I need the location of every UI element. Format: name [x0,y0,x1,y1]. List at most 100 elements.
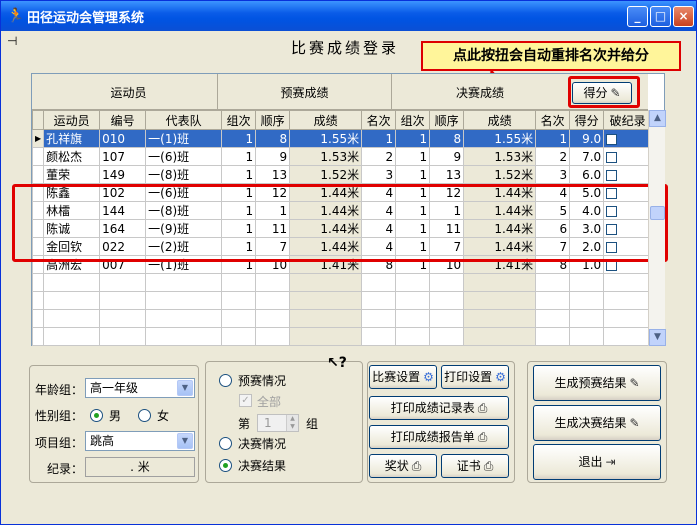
cell-prelim-group[interactable]: 1 [221,237,257,256]
table-row[interactable]: 颜松杰 107 一(6)班 1 9 1.53米 2 1 9 1.53米 2 7.0 [31,147,653,166]
cell-number[interactable]: 022 [99,237,147,256]
age-select[interactable]: 高一年级 ▼ [85,378,195,398]
cell-points[interactable]: 9.0 [569,129,605,148]
cell-prelim-score[interactable]: 1.44米 [289,237,363,256]
cell-record-break[interactable] [603,327,653,346]
cell-points[interactable] [569,291,605,310]
score-grid[interactable]: 运动员 预赛成绩 决赛成绩 得分 ✎ 运动员 编号 代表队 组次 顺序 成绩 名次 [12,73,668,346]
cell-prelim-group[interactable]: 1 [221,165,257,184]
scroll-thumb[interactable] [650,206,665,220]
cell-record-break[interactable] [603,237,653,256]
cell-final-group[interactable]: 1 [395,201,431,220]
title-bar[interactable]: 🏃 田径运动会管理系统 _ □ × [1,1,696,31]
cell-final-group[interactable]: 1 [395,255,431,274]
cell-final-rank[interactable] [535,291,571,310]
record-break-checkbox[interactable] [606,223,618,235]
cell-prelim-score[interactable]: 1.41米 [289,255,363,274]
cell-prelim-order[interactable] [255,309,291,328]
record-break-checkbox[interactable] [606,151,618,163]
cell-prelim-group[interactable]: 1 [221,255,257,274]
row-marker[interactable] [31,327,45,346]
cell-prelim-order[interactable]: 13 [255,165,291,184]
cell-points[interactable]: 4.0 [569,201,605,220]
cell-prelim-rank[interactable]: 3 [361,165,397,184]
cell-prelim-score[interactable]: 1.44米 [289,201,363,220]
cell-final-order[interactable] [429,291,465,310]
cell-prelim-rank[interactable] [361,327,397,346]
cell-final-group[interactable]: 1 [395,183,431,202]
cell-team[interactable]: 一(1)班 [145,129,223,148]
record-break-checkbox[interactable] [606,241,618,253]
cell-points[interactable]: 2.0 [569,237,605,256]
row-marker[interactable] [31,201,45,220]
record-break-checkbox[interactable] [606,169,618,181]
gender-female-radio[interactable] [138,409,151,422]
cell-prelim-rank[interactable] [361,273,397,292]
cell-final-rank[interactable]: 6 [535,219,571,238]
event-select[interactable]: 跳高 ▼ [85,431,195,451]
cell-record-break[interactable] [603,219,653,238]
cell-team[interactable] [145,291,223,310]
cell-final-score[interactable]: 1.44米 [463,201,537,220]
col-points[interactable]: 得分 [569,110,605,130]
cell-prelim-order[interactable] [255,291,291,310]
cell-final-group[interactable]: 1 [395,237,431,256]
cell-number[interactable]: 149 [99,165,147,184]
cell-number[interactable]: 144 [99,201,147,220]
cell-prelim-score[interactable] [289,291,363,310]
record-break-checkbox[interactable] [606,187,618,199]
cell-final-rank[interactable] [535,327,571,346]
cell-prelim-rank[interactable]: 4 [361,183,397,202]
cell-final-rank[interactable] [535,309,571,328]
cell-prelim-order[interactable] [255,327,291,346]
gen-prelim-button[interactable]: 生成预赛结果 ✎ [533,365,661,401]
cell-athlete[interactable]: 金回钦 [43,237,101,256]
cell-prelim-group[interactable]: 1 [221,129,257,148]
cell-team[interactable]: 一(6)班 [145,147,223,166]
cell-record-break[interactable] [603,201,653,220]
cell-prelim-score[interactable]: 1.52米 [289,165,363,184]
row-marker[interactable]: ▶ [31,129,45,148]
cell-prelim-rank[interactable] [361,291,397,310]
cell-final-order[interactable]: 13 [429,165,465,184]
col-prelim-group[interactable]: 组次 [221,110,257,130]
row-marker[interactable] [31,147,45,166]
cell-athlete[interactable] [43,327,101,346]
all-checkbox[interactable]: ✓ [239,394,252,407]
cell-points[interactable] [569,327,605,346]
table-row[interactable]: 林檑 144 一(8)班 1 1 1.44米 4 1 1 1.44米 5 4.0 [31,201,653,220]
spinner-arrows-icon[interactable]: ▲ ▼ [286,415,298,431]
maximize-button[interactable]: □ [650,6,671,27]
cell-final-score[interactable]: 1.44米 [463,237,537,256]
cell-points[interactable] [569,309,605,328]
gen-final-button[interactable]: 生成决赛结果 ✎ [533,405,661,441]
col-number[interactable]: 编号 [99,110,147,130]
col-record-break[interactable]: 破纪录 [603,110,653,130]
cell-number[interactable] [99,327,147,346]
table-row[interactable]: 董荣 149 一(8)班 1 13 1.52米 3 1 13 1.52米 3 6.0 [31,165,653,184]
cell-athlete[interactable]: 高洲宏 [43,255,101,274]
cell-team[interactable]: 一(9)班 [145,219,223,238]
cell-final-group[interactable] [395,327,431,346]
cell-final-order[interactable]: 12 [429,183,465,202]
certificate-button[interactable]: 证书 ⎙ [441,454,509,478]
cell-athlete[interactable]: 陈诚 [43,219,101,238]
cell-athlete[interactable]: 孔祥旗 [43,129,101,148]
table-row[interactable]: 高洲宏 007 一(1)班 1 10 1.41米 8 1 10 1.41米 8 1.0 [31,255,653,274]
cell-prelim-group[interactable] [221,309,257,328]
cell-prelim-rank[interactable]: 8 [361,255,397,274]
cell-prelim-order[interactable]: 1 [255,201,291,220]
cell-prelim-group[interactable] [221,273,257,292]
cell-prelim-score[interactable] [289,309,363,328]
cell-final-score[interactable]: 1.44米 [463,219,537,238]
close-button[interactable]: × [673,6,694,27]
cell-final-rank[interactable]: 5 [535,201,571,220]
cell-points[interactable]: 3.0 [569,219,605,238]
cell-final-order[interactable] [429,309,465,328]
cell-prelim-group[interactable]: 1 [221,183,257,202]
table-row[interactable]: 金回钦 022 一(2)班 1 7 1.44米 4 1 7 1.44米 7 2.0 [31,237,653,256]
cell-final-rank[interactable]: 3 [535,165,571,184]
col-final-rank[interactable]: 名次 [535,110,571,130]
cell-prelim-rank[interactable]: 4 [361,237,397,256]
row-marker[interactable] [31,291,45,310]
